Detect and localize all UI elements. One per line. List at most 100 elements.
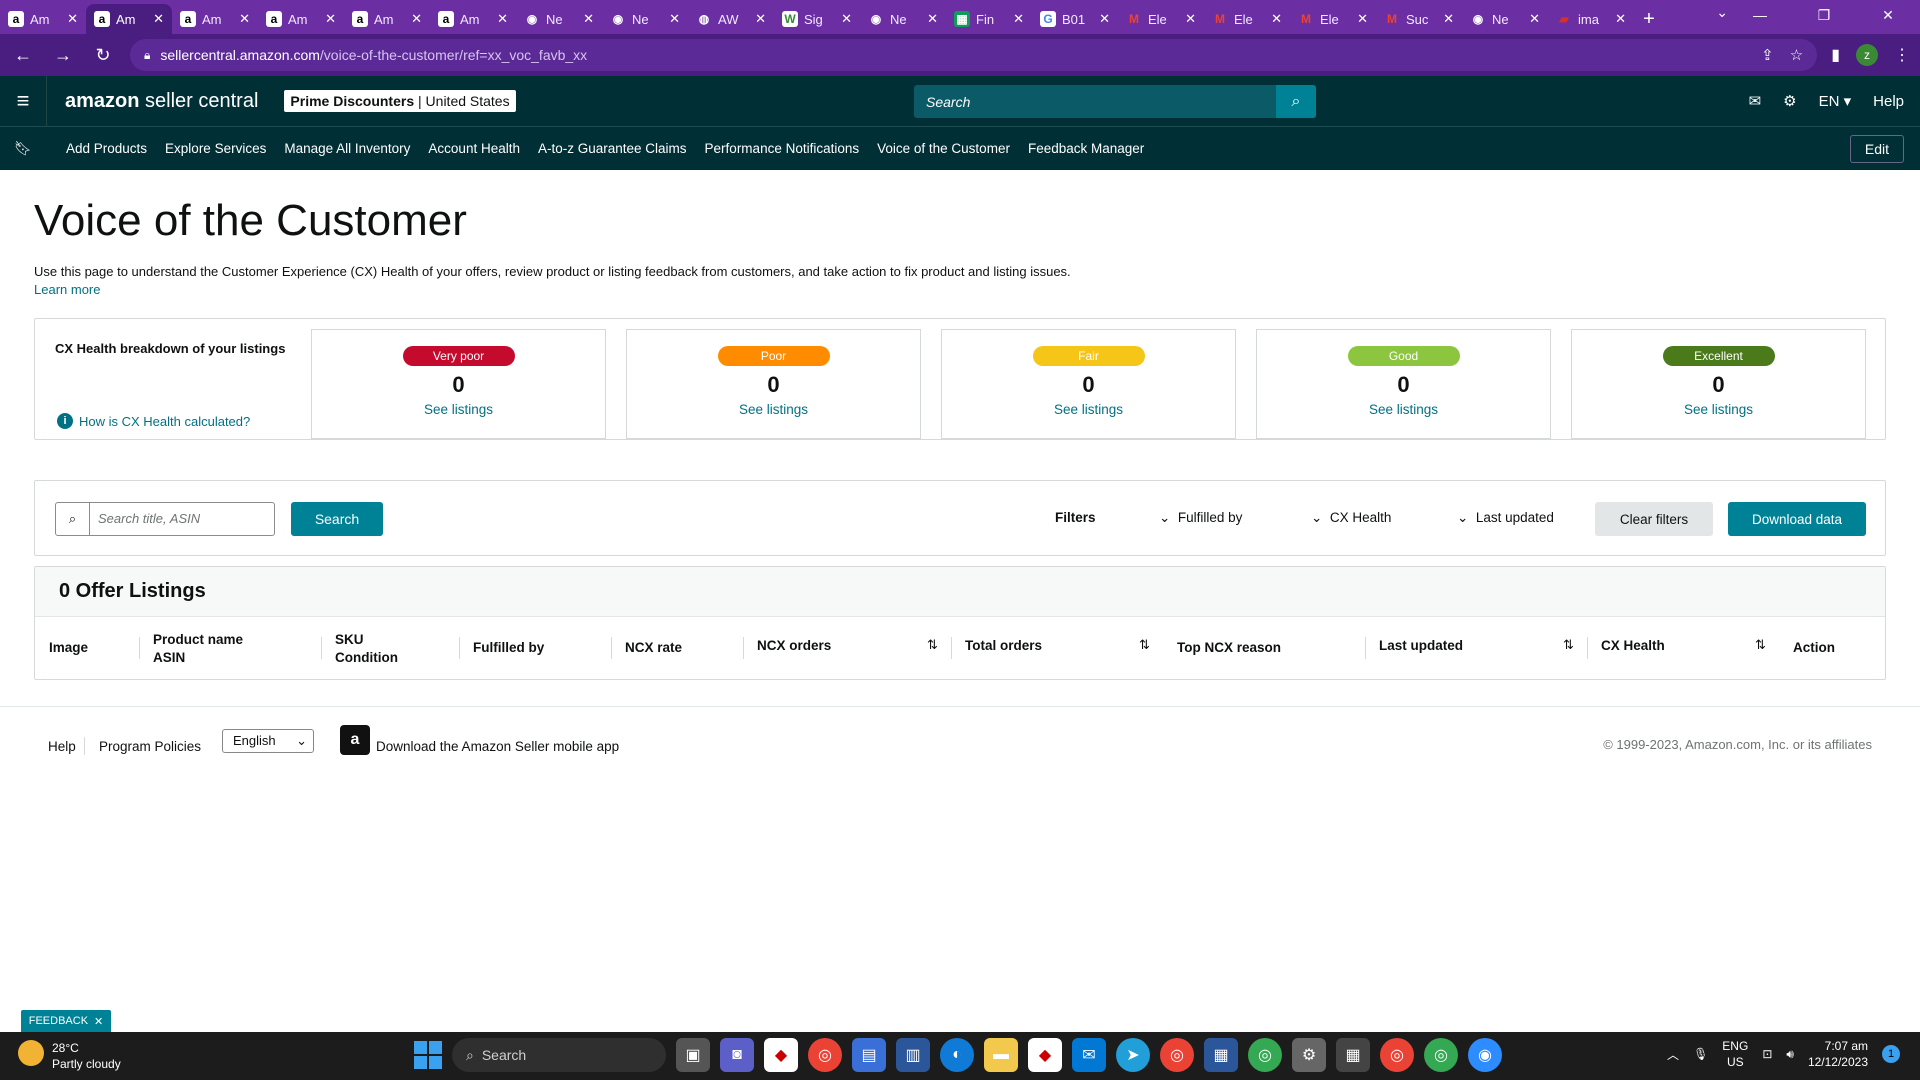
see-listings-link[interactable]: See listings [627, 402, 920, 417]
mail-icon[interactable]: ✉ [1072, 1038, 1106, 1072]
close-tab-icon[interactable]: ✕ [1271, 11, 1282, 27]
edge-icon[interactable]: ◐ [940, 1038, 974, 1072]
close-tab-icon[interactable]: ✕ [1443, 11, 1454, 27]
site-info-icon[interactable]: 🔒︎ [144, 48, 150, 63]
close-tab-icon[interactable]: ✕ [67, 11, 78, 27]
close-window-icon[interactable]: ✕ [1856, 0, 1920, 30]
close-tab-icon[interactable]: ✕ [841, 11, 852, 27]
app-icon[interactable]: ◆ [1028, 1038, 1062, 1072]
close-tab-icon[interactable]: ✕ [497, 11, 508, 27]
nav-link[interactable]: Manage All Inventory [284, 141, 410, 156]
seller-app-icon[interactable]: a [340, 725, 370, 755]
app-icon[interactable]: ▥ [896, 1038, 930, 1072]
chrome-icon[interactable]: ◎ [808, 1038, 842, 1072]
browser-tab[interactable]: ◉ Ne ✕ [1462, 4, 1548, 34]
taskbar-search[interactable]: ⌕ Search [452, 1038, 666, 1072]
network-icon[interactable]: ⊡ [1762, 1047, 1772, 1061]
teams-icon[interactable]: ◙ [720, 1038, 754, 1072]
close-tab-icon[interactable]: ✕ [1099, 11, 1110, 27]
listing-search-input[interactable]: Search title, ASIN [90, 503, 274, 535]
sort-icon[interactable]: ⇅ [927, 637, 938, 653]
bookmark-star-icon[interactable]: ☆ [1790, 46, 1803, 64]
feedback-tab[interactable]: FEEDBACK ✕ [21, 1010, 111, 1032]
microphone-icon[interactable]: 🎙︎ [1693, 1047, 1708, 1061]
col-total-orders[interactable]: Total orders [965, 637, 1042, 655]
browser-tab[interactable]: a Am ✕ [430, 4, 516, 34]
zoom-icon[interactable]: ◉ [1468, 1038, 1502, 1072]
telegram-icon[interactable]: ➤ [1116, 1038, 1150, 1072]
back-icon[interactable]: ← [10, 45, 36, 66]
close-tab-icon[interactable]: ✕ [669, 11, 680, 27]
clock[interactable]: 7:07 am 12/12/2023 [1808, 1038, 1868, 1070]
browser-menu-icon[interactable]: ⋮ [1894, 45, 1910, 65]
col-last-updated[interactable]: Last updated [1379, 637, 1463, 655]
browser-tab[interactable]: M Ele ✕ [1118, 4, 1204, 34]
browser-tab[interactable]: W Sig ✕ [774, 4, 860, 34]
nav-link[interactable]: A-to-z Guarantee Claims [538, 141, 687, 156]
side-panel-icon[interactable]: ▮ [1831, 45, 1840, 65]
close-tab-icon[interactable]: ✕ [325, 11, 336, 27]
nav-link[interactable]: Account Health [428, 141, 520, 156]
close-tab-icon[interactable]: ✕ [153, 11, 164, 27]
sort-icon[interactable]: ⇅ [1139, 637, 1150, 653]
hamburger-menu-icon[interactable]: ≡ [0, 88, 46, 114]
col-ncx-orders[interactable]: NCX orders [757, 637, 831, 655]
reload-icon[interactable]: ↻ [90, 45, 116, 66]
help-link[interactable]: Help [1873, 93, 1904, 110]
clear-filters-button[interactable]: Clear filters [1595, 502, 1713, 536]
download-data-button[interactable]: Download data [1728, 502, 1866, 536]
seller-app-link[interactable]: Download the Amazon Seller mobile app [376, 739, 619, 754]
close-tab-icon[interactable]: ✕ [411, 11, 422, 27]
forward-icon[interactable]: → [50, 45, 76, 66]
close-tab-icon[interactable]: ✕ [1357, 11, 1368, 27]
close-tab-icon[interactable]: ✕ [1615, 11, 1626, 27]
task-view-icon[interactable]: ▣ [676, 1038, 710, 1072]
close-tab-icon[interactable]: ✕ [239, 11, 250, 27]
browser-tab[interactable]: a Am ✕ [86, 4, 172, 34]
global-search-input[interactable]: Search [914, 94, 1276, 110]
windows-start-icon[interactable] [414, 1041, 442, 1069]
browser-tab[interactable]: a Am ✕ [344, 4, 430, 34]
search-icon[interactable]: ⌕ [1276, 85, 1316, 118]
browser-tab[interactable]: M Ele ✕ [1204, 4, 1290, 34]
browser-tab[interactable]: ▦ Fin ✕ [946, 4, 1032, 34]
browser-tab[interactable]: ▰ ima ✕ [1548, 4, 1634, 34]
close-tab-icon[interactable]: ✕ [583, 11, 594, 27]
share-icon[interactable]: ⇪ [1761, 46, 1774, 64]
cx-health-filter[interactable]: ⌄ CX Health [1311, 510, 1391, 526]
calculator-icon[interactable]: ▦ [1336, 1038, 1370, 1072]
chrome-icon[interactable]: ◎ [1160, 1038, 1194, 1072]
weather-widget[interactable]: 28°C Partly cloudy [18, 1040, 121, 1072]
nav-link[interactable]: Add Products [66, 141, 147, 156]
see-listings-link[interactable]: See listings [1572, 402, 1865, 417]
footer-language-select[interactable]: English ⌄ [222, 729, 314, 753]
app-icon[interactable]: ◆ [764, 1038, 798, 1072]
input-language[interactable]: ENG US [1722, 1038, 1748, 1070]
mail-icon[interactable]: ✉ [1749, 92, 1762, 110]
fulfilled-by-filter[interactable]: ⌄ Fulfilled by [1159, 510, 1242, 526]
chrome-icon[interactable]: ◎ [1380, 1038, 1414, 1072]
restore-icon[interactable]: ❐ [1792, 0, 1856, 30]
close-tab-icon[interactable]: ✕ [755, 11, 766, 27]
new-tab-button[interactable]: + [1634, 4, 1664, 34]
close-icon[interactable]: ✕ [94, 1015, 103, 1028]
cx-calc-link[interactable]: i How is CX Health calculated? [57, 413, 250, 429]
edit-nav-button[interactable]: Edit [1849, 135, 1904, 163]
account-switcher[interactable]: Prime Discounters | United States [284, 90, 516, 112]
url-field[interactable]: 🔒︎ sellercentral.amazon.com/voice-of-the… [130, 39, 1818, 71]
store-icon[interactable]: ▤ [852, 1038, 886, 1072]
nav-link[interactable]: Feedback Manager [1028, 141, 1144, 156]
program-policies-link[interactable]: Program Policies [99, 739, 201, 754]
close-tab-icon[interactable]: ✕ [1529, 11, 1540, 27]
profile-avatar[interactable]: z [1856, 44, 1878, 66]
last-updated-filter[interactable]: ⌄ Last updated [1457, 510, 1554, 526]
nav-link[interactable]: Performance Notifications [705, 141, 860, 156]
browser-tab[interactable]: M Suc ✕ [1376, 4, 1462, 34]
see-listings-link[interactable]: See listings [942, 402, 1235, 417]
close-tab-icon[interactable]: ✕ [927, 11, 938, 27]
browser-tab[interactable]: a Am ✕ [0, 4, 86, 34]
chevron-up-icon[interactable]: ︿ [1667, 1046, 1679, 1063]
close-tab-icon[interactable]: ✕ [1013, 11, 1024, 27]
chrome-icon[interactable]: ◎ [1248, 1038, 1282, 1072]
settings-icon[interactable]: ⚙ [1292, 1038, 1326, 1072]
